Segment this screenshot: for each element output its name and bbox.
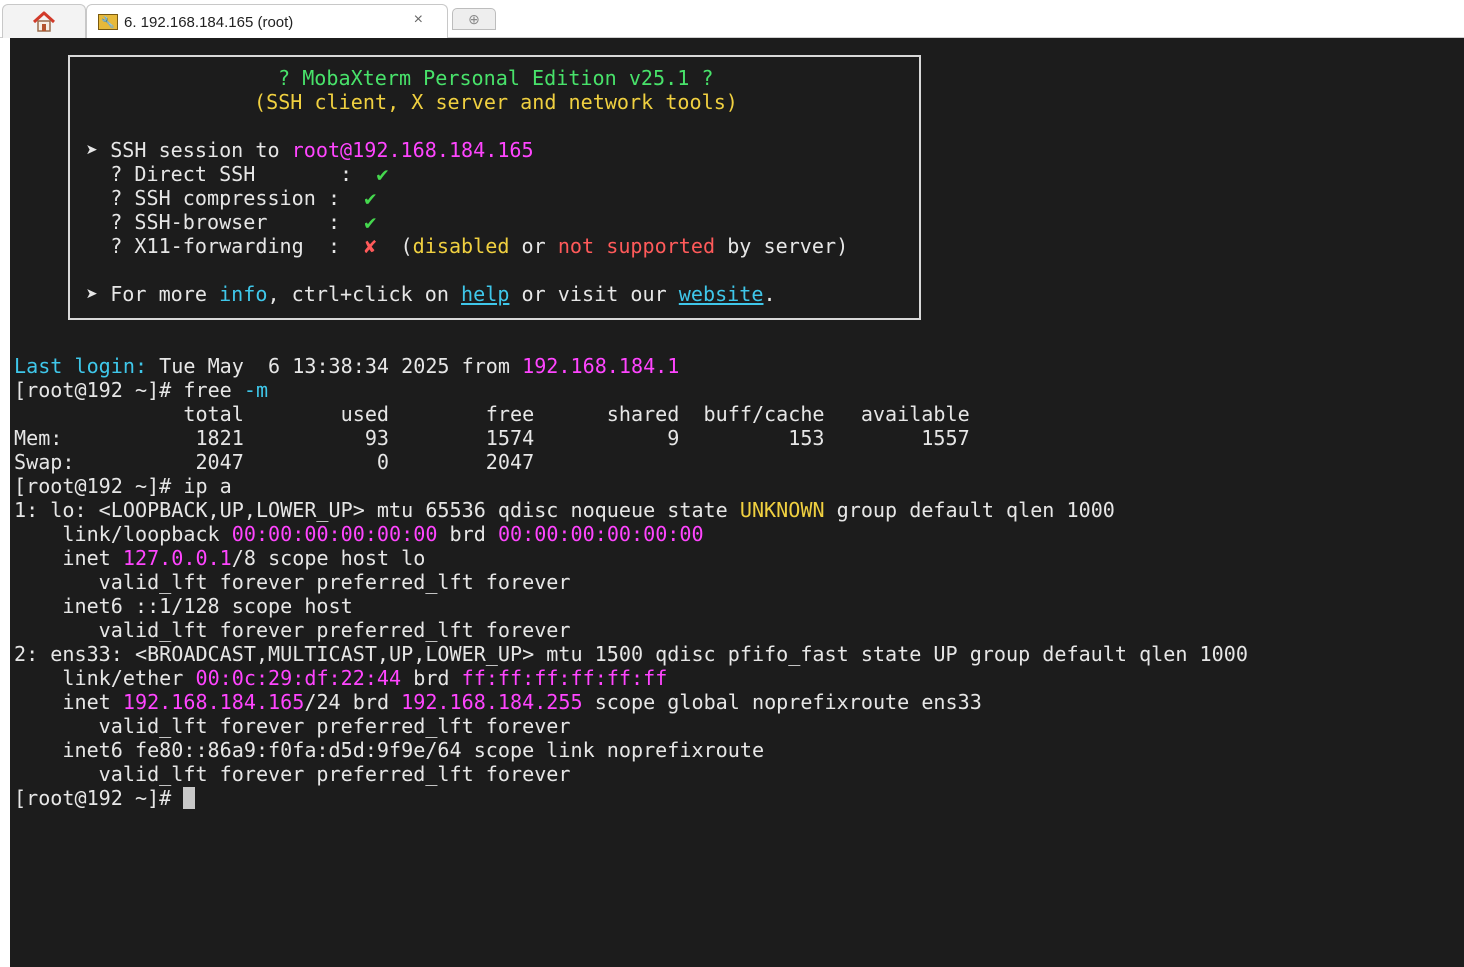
tab-bar: 🔧 6. 192.168.184.165 (root) × ⊕	[0, 0, 1464, 39]
banner-title: ? MobaXterm Personal Edition v25.1 ?	[278, 66, 714, 90]
cmd-free-line: [root@192 ~]# free -m	[14, 378, 268, 402]
banner-more-line: ➤ For more info, ctrl+click on help or v…	[86, 282, 776, 306]
ens-bcast: 192.168.184.255	[401, 690, 583, 714]
ens33-iface-line: 2: ens33: <BROADCAST,MULTICAST,UP,LOWER_…	[14, 642, 1248, 666]
command-flag: -m	[243, 378, 269, 402]
lo-valid-lft-2: valid_lft forever preferred_lft forever	[14, 618, 571, 642]
ens33-inet6-line: inet6 fe80::86a9:f0fa:d5d:9f9e/64 scope …	[14, 738, 765, 762]
ssh-target: root@192.168.184.165	[291, 138, 534, 162]
more-or-visit: or visit our	[509, 282, 679, 306]
x11-note-open: (	[376, 234, 413, 258]
prompt: [root@192 ~]#	[14, 378, 184, 402]
ens-mac: 00:0c:29:df:22:44	[195, 666, 402, 690]
ens33-link-line: link/ether 00:0c:29:df:22:44 brd ff:ff:f…	[14, 666, 667, 690]
ens-link-a: link/ether	[14, 666, 196, 690]
feature-x11-forwarding: ? X11-forwarding : ✘ (disabled or not su…	[86, 234, 848, 258]
free-mem-row: Mem: 1821 93 1574 9 153 1557	[14, 426, 970, 450]
more-mid: , ctrl+click on	[267, 282, 462, 306]
lo-brd: 00:00:00:00:00:00	[497, 522, 704, 546]
lo-ip: 127.0.0.1	[122, 546, 232, 570]
feature-label: ? X11-forwarding :	[86, 234, 365, 258]
ens33-inet-line: inet 192.168.184.165/24 brd 192.168.184.…	[14, 690, 982, 714]
command-text: ip a	[183, 474, 232, 498]
feature-label: ? SSH compression :	[86, 186, 365, 210]
cross-icon: ✘	[364, 234, 377, 258]
close-tab-icon[interactable]: ×	[414, 11, 423, 29]
ens-brd: ff:ff:ff:ff:ff:ff	[461, 666, 668, 690]
command-text: free	[183, 378, 244, 402]
banner-ssh-line: ➤ SSH session to root@192.168.184.165	[86, 138, 534, 162]
x11-disabled: disabled	[412, 234, 510, 258]
ens-inet-c: scope global noprefixroute ens33	[582, 690, 982, 714]
text-cursor	[183, 787, 196, 809]
feature-label: ? Direct SSH :	[86, 162, 377, 186]
ens33-valid-lft-2: valid_lft forever preferred_lft forever	[14, 762, 571, 786]
x11-or: or	[509, 234, 558, 258]
free-header: total used free shared buff/cache availa…	[14, 402, 970, 426]
lo-line-b: group default qlen 1000	[824, 498, 1115, 522]
lo-mac: 00:00:00:00:00:00	[231, 522, 438, 546]
lo-iface-line: 1: lo: <LOOPBACK,UP,LOWER_UP> mtu 65536 …	[14, 498, 1115, 522]
ens-inet-a: inet	[14, 690, 123, 714]
ens-inet-b: /24 brd	[304, 690, 402, 714]
session-tab-label: 6. 192.168.184.165 (root)	[124, 13, 294, 31]
wrench-icon: 🔧	[98, 14, 118, 30]
last-login-text: Tue May 6 13:38:34 2025 from	[147, 354, 523, 378]
feature-direct-ssh: ? Direct SSH : ✔	[86, 162, 388, 186]
lo-inet-b: /8 scope host lo	[231, 546, 426, 570]
check-icon: ✔	[364, 210, 377, 234]
lo-valid-lft-1: valid_lft forever preferred_lft forever	[14, 570, 571, 594]
ens33-valid-lft-1: valid_lft forever preferred_lft forever	[14, 714, 571, 738]
lo-state: UNKNOWN	[739, 498, 825, 522]
banner-subtitle: (SSH client, X server and network tools)	[254, 90, 738, 114]
more-end: .	[763, 282, 776, 306]
session-tab[interactable]: 🔧 6. 192.168.184.165 (root) ×	[86, 4, 448, 39]
last-login-line: Last login: Tue May 6 13:38:34 2025 from…	[14, 354, 679, 378]
check-icon: ✔	[364, 186, 377, 210]
feature-ssh-browser: ? SSH-browser : ✔	[86, 210, 376, 234]
lo-line-a: 1: lo: <LOOPBACK,UP,LOWER_UP> mtu 65536 …	[14, 498, 740, 522]
last-login-label: Last login:	[14, 354, 148, 378]
free-swap-row: Swap: 2047 0 2047	[14, 450, 535, 474]
plus-icon: ⊕	[468, 10, 480, 27]
lo-inet-line: inet 127.0.0.1/8 scope host lo	[14, 546, 425, 570]
home-icon	[32, 11, 56, 32]
prompt: [root@192 ~]#	[14, 474, 184, 498]
cmd-ip-line: [root@192 ~]# ip a	[14, 474, 232, 498]
lo-link-line: link/loopback 00:00:00:00:00:00 brd 00:0…	[14, 522, 704, 546]
lo-link-b: brd	[437, 522, 498, 546]
ssh-prefix: ➤ SSH session to	[86, 138, 292, 162]
new-tab-button[interactable]: ⊕	[452, 8, 496, 30]
more-prefix: ➤ For more	[86, 282, 220, 306]
prompt: [root@192 ~]#	[14, 786, 184, 810]
help-link[interactable]: help	[461, 282, 509, 306]
lo-inet-a: inet	[14, 546, 123, 570]
home-tab[interactable]	[2, 4, 86, 38]
check-icon: ✔	[376, 162, 389, 186]
x11-not-supported: not supported	[557, 234, 716, 258]
lo-inet6-line: inet6 ::1/128 scope host	[14, 594, 353, 618]
website-link[interactable]: website	[679, 282, 764, 306]
feature-ssh-compression: ? SSH compression : ✔	[86, 186, 376, 210]
x11-by-server: by server)	[715, 234, 849, 258]
current-prompt-line[interactable]: [root@192 ~]#	[14, 786, 196, 810]
feature-label: ? SSH-browser :	[86, 210, 365, 234]
ens-link-b: brd	[401, 666, 462, 690]
last-login-ip: 192.168.184.1	[522, 354, 680, 378]
info-text: info	[219, 282, 268, 306]
ens-ip: 192.168.184.165	[122, 690, 305, 714]
lo-link-a: link/loopback	[14, 522, 232, 546]
